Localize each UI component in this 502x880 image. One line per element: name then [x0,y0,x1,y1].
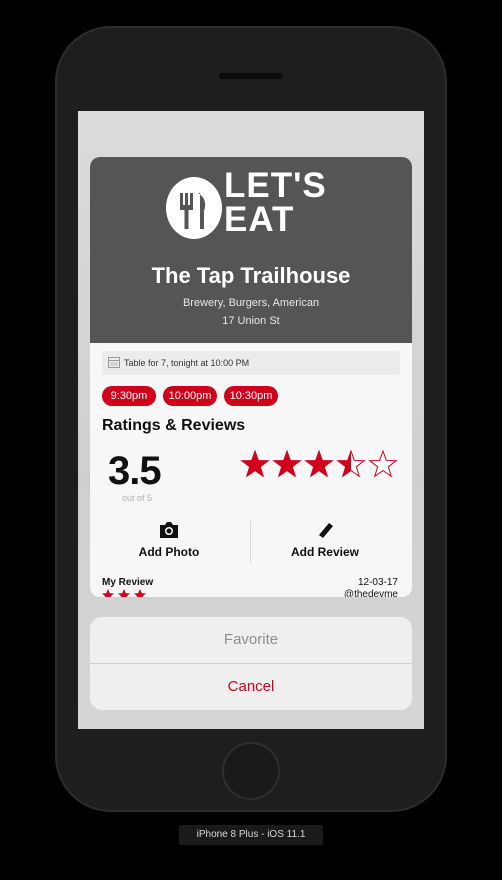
reservation-summary[interactable]: Table for 7, tonight at 10:00 PM [102,351,400,375]
fork-knife-logo-icon [166,177,222,239]
hero-header: LET'S EAT The Tap Trailhouse Brewery, Bu… [90,157,412,343]
add-photo-button[interactable]: Add Photo [94,521,244,567]
rating-score: 3.5 [108,449,162,493]
restaurant-name: The Tap Trailhouse [151,263,351,288]
rating-star [368,449,398,478]
rating-out-of: out of 5 [122,493,153,503]
add-photo-label: Add Photo [138,545,200,559]
phone-speaker [219,73,283,79]
restaurant-card: LET'S EAT The Tap Trailhouse Brewery, Bu… [90,157,412,597]
time-slot-button[interactable]: 10:30pm [224,386,278,406]
device-label: iPhone 8 Plus - iOS 11.1 [179,825,323,845]
rating-star [272,449,302,478]
cancel-button[interactable]: Cancel [90,664,412,710]
screen: LET'S EAT The Tap Trailhouse Brewery, Bu… [78,111,424,729]
restaurant-address: 17 Union St [222,315,280,327]
logo-line-2: EAT [224,200,295,239]
my-review-stars [102,589,146,597]
rating-star [240,449,270,478]
my-review-label: My Review [102,577,154,588]
restaurant-cuisine: Brewery, Burgers, American [182,297,320,309]
calendar-icon [108,357,120,368]
rating-stars [240,449,398,478]
time-slot-button[interactable]: 9:30pm [102,386,156,406]
favorite-button[interactable]: Favorite [90,617,412,664]
pencil-icon [318,523,333,538]
home-button[interactable] [222,742,280,800]
logo-text: LET'S EAT [224,166,344,239]
review-user: @thedevme [343,589,398,597]
rating-star [304,449,334,478]
add-review-label: Add Review [290,545,359,559]
rating-star [336,449,366,478]
camera-icon [160,522,178,538]
time-slot-button[interactable]: 10:00pm [163,386,217,406]
reservation-text: Table for 7, tonight at 10:00 PM [124,358,250,368]
review-date: 12-03-17 [357,577,398,588]
ratings-title: Ratings & Reviews [102,417,246,434]
add-review-button[interactable]: Add Review [250,521,400,567]
logo-line-1: LET'S [224,166,327,205]
